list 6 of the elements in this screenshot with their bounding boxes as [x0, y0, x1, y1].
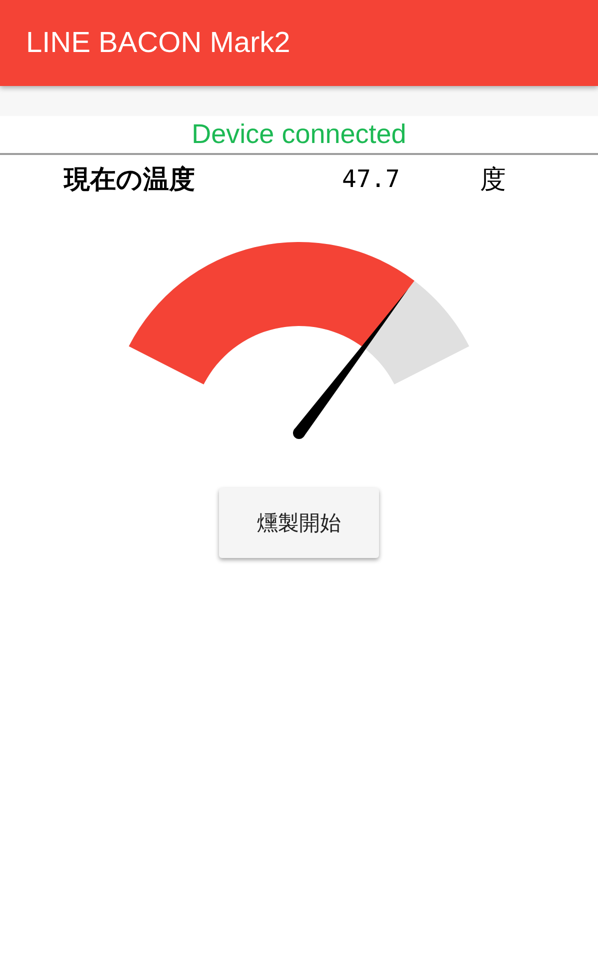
connection-status: Device connected: [0, 116, 598, 155]
temperature-label: 現在の温度: [64, 164, 196, 196]
temperature-unit: 度: [480, 164, 506, 196]
app-title: LINE BACON Mark2: [26, 26, 290, 60]
temperature-value: 47.7: [342, 165, 401, 193]
start-smoking-button[interactable]: 燻製開始: [219, 488, 379, 558]
